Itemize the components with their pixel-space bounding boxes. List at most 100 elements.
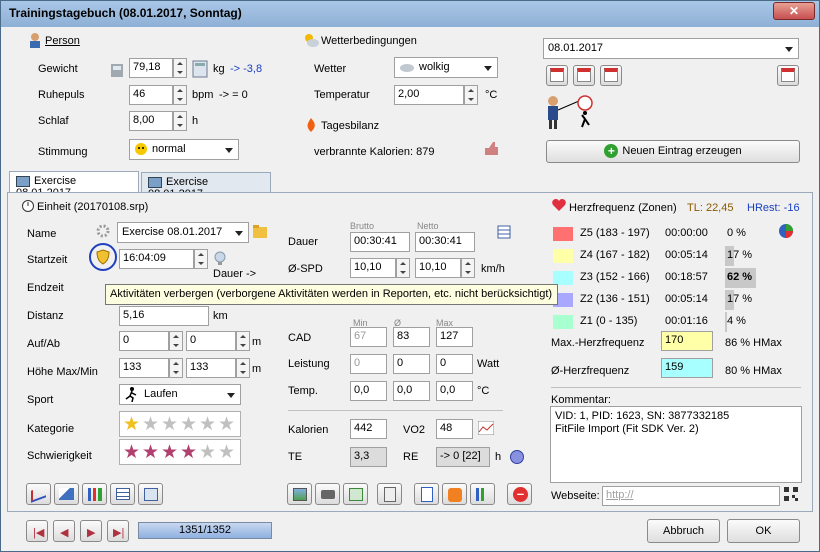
calendar-today-button[interactable]: [573, 65, 595, 86]
cad-min[interactable]: 67: [350, 327, 387, 347]
descent-input[interactable]: 0: [186, 331, 236, 351]
star-icon[interactable]: ★: [199, 443, 216, 462]
temperature-spinner[interactable]: [464, 85, 478, 105]
table-icon[interactable]: [497, 225, 513, 241]
max-hr-value[interactable]: 170: [661, 331, 713, 351]
sleep-input[interactable]: 8,00: [129, 111, 173, 131]
alt-min-spinner[interactable]: [236, 358, 250, 378]
bar-chart-button[interactable]: [82, 483, 107, 505]
ascent-input[interactable]: 0: [119, 331, 169, 351]
star-icon[interactable]: ★: [161, 443, 178, 462]
device-icon: [321, 490, 335, 499]
delete-button[interactable]: –: [507, 483, 532, 505]
ok-button[interactable]: OK: [727, 519, 800, 543]
website-input[interactable]: http://: [602, 486, 780, 506]
prev-record-button[interactable]: ◀: [53, 520, 75, 542]
calendar-edit-button[interactable]: [777, 65, 799, 86]
star-icon[interactable]: ★: [180, 443, 197, 462]
vo2-input[interactable]: 48: [436, 419, 473, 439]
power-max[interactable]: 0: [436, 354, 473, 374]
gear-icon[interactable]: [95, 223, 111, 239]
temperature-input[interactable]: 2,00: [394, 85, 464, 105]
close-button[interactable]: ✕: [773, 2, 815, 20]
lightbulb-icon[interactable]: [213, 251, 229, 267]
add-chart-button[interactable]: [470, 483, 495, 505]
weight-spinner[interactable]: [173, 58, 187, 78]
star-icon[interactable]: ★: [218, 443, 235, 462]
weather-select[interactable]: wolkig: [394, 57, 498, 78]
star-icon[interactable]: ★: [161, 415, 178, 434]
duration-netto[interactable]: 00:30:41: [415, 232, 475, 252]
category-rating[interactable]: ★ ★ ★ ★ ★ ★: [119, 411, 241, 437]
rest-pulse-spinner[interactable]: [173, 85, 187, 105]
graph-button[interactable]: [26, 483, 51, 505]
tab-exercise-1[interactable]: Exercise 08.01.2017: [9, 171, 139, 199]
pie-chart-icon[interactable]: [778, 223, 794, 239]
avg-hr-value[interactable]: 159: [661, 358, 713, 378]
speed-netto[interactable]: 10,10: [415, 258, 461, 278]
star-icon[interactable]: ★: [199, 415, 216, 434]
star-icon[interactable]: ★: [218, 415, 235, 434]
sport-select[interactable]: Laufen: [119, 384, 241, 405]
star-icon[interactable]: ★: [142, 443, 159, 462]
calculator-button[interactable]: [377, 483, 402, 505]
cancel-button[interactable]: Abbruch: [647, 519, 720, 543]
mood-select[interactable]: normal: [129, 139, 239, 160]
star-icon[interactable]: ★: [123, 415, 140, 434]
start-time-spinner[interactable]: [194, 249, 208, 269]
folder-icon[interactable]: [252, 223, 268, 239]
power-min[interactable]: 0: [350, 354, 387, 374]
sleep-spinner[interactable]: [173, 111, 187, 131]
next-record-button[interactable]: ▶: [80, 520, 102, 542]
scale-icon[interactable]: [109, 61, 125, 77]
cad-max[interactable]: 127: [436, 327, 473, 347]
descent-spinner[interactable]: [236, 331, 250, 351]
star-icon[interactable]: ★: [123, 443, 140, 462]
ascent-spinner[interactable]: [169, 331, 183, 351]
export-button[interactable]: [343, 483, 368, 505]
duration-brutto[interactable]: 00:30:41: [350, 232, 410, 252]
difficulty-rating[interactable]: ★ ★ ★ ★ ★ ★: [119, 439, 241, 465]
rest-pulse-input[interactable]: 46: [129, 85, 173, 105]
alt-max-input[interactable]: 133: [119, 358, 169, 378]
image-button[interactable]: [287, 483, 312, 505]
power-avg[interactable]: 0: [393, 354, 430, 374]
name-select[interactable]: Exercise 08.01.2017: [117, 222, 249, 243]
first-record-button[interactable]: |◀: [26, 520, 48, 542]
analysis-button[interactable]: [54, 483, 79, 505]
weight-input[interactable]: 79,18: [129, 58, 173, 78]
speed-netto-spinner[interactable]: [461, 258, 475, 278]
thumb-icon[interactable]: [483, 140, 499, 156]
date-picker[interactable]: 08.01.2017: [543, 38, 799, 59]
calendar-prev-button[interactable]: [546, 65, 568, 86]
last-record-button[interactable]: ▶|: [107, 520, 129, 542]
edit-button[interactable]: [138, 483, 163, 505]
document-button[interactable]: [414, 483, 439, 505]
clock-icon[interactable]: [509, 449, 525, 465]
start-time-input[interactable]: 16:04:09: [119, 249, 194, 269]
comment-textarea[interactable]: VID: 1, PID: 1623, SN: 3877332185 FitFil…: [550, 406, 802, 483]
calendar-next-button[interactable]: [600, 65, 622, 86]
star-icon[interactable]: ★: [180, 415, 197, 434]
star-icon[interactable]: ★: [142, 415, 159, 434]
speed-brutto[interactable]: 10,10: [350, 258, 396, 278]
calories-input[interactable]: 442: [350, 419, 387, 439]
alt-min-input[interactable]: 133: [186, 358, 236, 378]
temp-avg[interactable]: 0,0: [393, 381, 430, 401]
qr-code-icon[interactable]: [783, 486, 799, 502]
cad-avg[interactable]: 83: [393, 327, 430, 347]
shield-icon[interactable]: [95, 249, 111, 265]
laps-table-button[interactable]: [110, 483, 135, 505]
alt-max-spinner[interactable]: [169, 358, 183, 378]
tab-exercise-2[interactable]: Exercise 08.01.2017: [141, 172, 271, 200]
temp-max[interactable]: 0,0: [436, 381, 473, 401]
rss-button[interactable]: [442, 483, 467, 505]
device-button[interactable]: [315, 483, 340, 505]
speed-brutto-spinner[interactable]: [396, 258, 410, 278]
temp-min[interactable]: 0,0: [350, 381, 387, 401]
chart-icon[interactable]: [477, 420, 495, 437]
new-entry-button[interactable]: + Neuen Eintrag erzeugen: [546, 140, 800, 163]
calculator-icon[interactable]: [192, 60, 208, 78]
distance-input[interactable]: 5,16: [119, 306, 209, 326]
avg-hr-label: Ø-Herzfrequenz: [551, 365, 630, 377]
